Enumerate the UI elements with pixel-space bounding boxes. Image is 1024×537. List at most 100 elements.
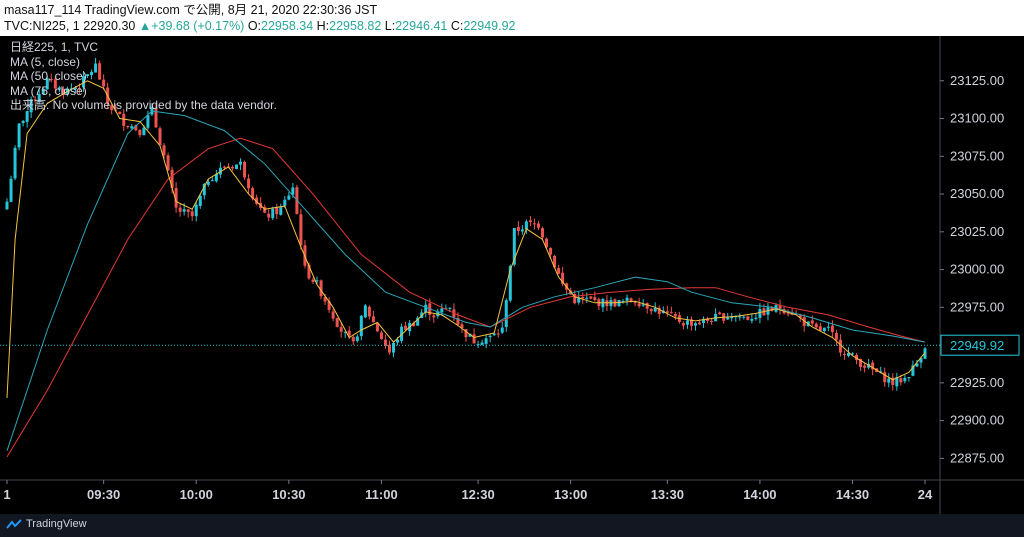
candle-body: [146, 115, 150, 128]
candle-body: [520, 229, 524, 232]
candle-body: [669, 312, 673, 314]
candle-body: [718, 312, 722, 315]
candle-body: [311, 279, 315, 282]
candle-body: [822, 327, 826, 332]
candle-body: [742, 316, 746, 318]
candle: [392, 341, 396, 358]
candle: [186, 208, 190, 218]
candle: [235, 164, 238, 170]
price-tick-label-9: 22900.00: [950, 413, 1004, 428]
candle-body: [287, 195, 291, 200]
candle-body: [516, 226, 520, 231]
tradingview-logo-icon: [6, 519, 22, 529]
candle-body: [750, 318, 754, 321]
candle-body: [335, 318, 339, 327]
candle: [778, 299, 782, 315]
candle: [907, 376, 911, 382]
candle-body: [363, 305, 367, 318]
candle: [359, 314, 363, 341]
candle-body: [710, 320, 714, 323]
candle-body: [758, 308, 762, 318]
candle-body: [359, 315, 363, 337]
candle-body: [480, 342, 484, 345]
candle: [476, 340, 480, 348]
legend-ma5: MA (5, close): [10, 54, 81, 69]
candle-body: [190, 211, 194, 217]
candle: [597, 297, 601, 311]
candle: [432, 313, 436, 323]
candle: [25, 110, 29, 128]
time-tick-label-5: 12:30: [461, 487, 494, 502]
candle: [883, 367, 887, 387]
candle: [279, 203, 283, 216]
price-tick-label-4: 23025.00: [950, 224, 1004, 239]
close-value: 22949.92: [463, 19, 516, 33]
candle-body: [194, 204, 198, 217]
candle: [355, 334, 359, 343]
change-arrow-icon: ▲: [138, 19, 152, 33]
candle-body: [351, 337, 355, 342]
close-label: C:: [450, 19, 464, 33]
candle-body: [500, 327, 504, 333]
candle-body: [186, 209, 190, 212]
time-tick-label-7: 13:30: [651, 487, 684, 502]
candle: [822, 327, 826, 333]
candle-body: [698, 322, 702, 325]
candle: [504, 298, 508, 332]
candle-body: [379, 332, 383, 340]
candle-body: [549, 247, 553, 255]
candle-body: [625, 297, 629, 301]
time-tick-label-8: 14:00: [743, 487, 776, 502]
candle-body: [585, 297, 589, 299]
candle-body: [9, 178, 13, 202]
candle: [335, 317, 339, 328]
candle: [802, 314, 806, 332]
candle: [834, 329, 838, 346]
ma75-line: [6, 137, 926, 458]
legend-ma75: MA (75, close): [10, 83, 87, 98]
candle: [488, 333, 492, 343]
price-tick-label-10: 22875.00: [950, 450, 1004, 465]
price-tick-label-2: 23075.00: [950, 148, 1004, 163]
chart-header: masa117_114 TradingView.com で公開, 8月 21, …: [0, 0, 1024, 36]
candle-body: [589, 296, 593, 299]
candle: [689, 316, 693, 331]
candle-body: [581, 296, 585, 299]
candle: [287, 192, 291, 201]
candle: [126, 125, 130, 129]
candle: [541, 226, 544, 239]
legend-title: 日経225, 1, TVC: [10, 40, 99, 54]
candle-body: [528, 220, 532, 222]
candle: [863, 363, 867, 373]
candle-body: [331, 311, 335, 319]
candle-body: [488, 335, 492, 337]
candle: [830, 320, 834, 337]
candle-body: [448, 307, 452, 309]
candle: [903, 375, 907, 384]
candle: [738, 313, 742, 321]
candle-body: [235, 164, 238, 169]
candle: [243, 160, 247, 180]
candle-body: [158, 128, 162, 146]
candle-body: [641, 304, 645, 306]
time-tick-label-4: 11:00: [365, 487, 398, 502]
candle-body: [21, 120, 25, 124]
legend-ma50: MA (50, close): [10, 69, 87, 83]
time-tick-label-1: 09:30: [87, 487, 120, 502]
candle: [239, 158, 243, 171]
candle-body: [230, 166, 234, 169]
candle: [259, 197, 263, 211]
candle: [814, 322, 818, 329]
candle: [557, 264, 561, 275]
candle: [214, 169, 218, 183]
candle-body: [182, 209, 186, 212]
candle-body: [17, 123, 21, 148]
candle-body: [645, 303, 649, 309]
candle: [536, 220, 540, 231]
candle: [685, 316, 689, 329]
candle: [496, 328, 500, 338]
candle: [516, 221, 520, 236]
high-label: H:: [316, 19, 330, 33]
candle-body: [355, 336, 359, 341]
candle: [379, 330, 383, 340]
